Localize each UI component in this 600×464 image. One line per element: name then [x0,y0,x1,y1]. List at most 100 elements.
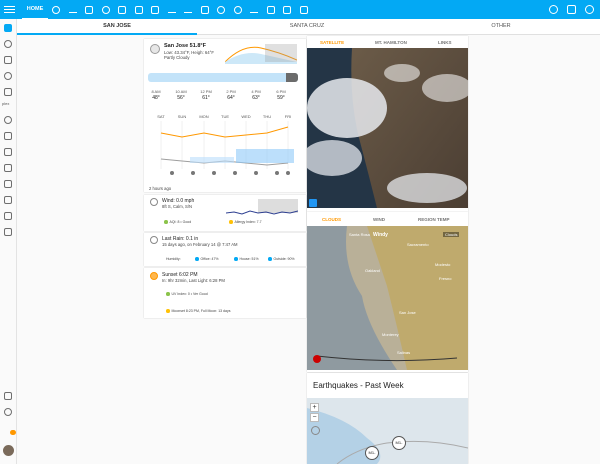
partly-cloudy-icon [150,44,160,54]
map-label: Fresno [439,276,452,281]
weather-title: San Jose 51.8°F [164,43,206,49]
sidebar-history-icon[interactable] [4,88,12,96]
aqi-badge: AQI: 8 • Good [164,220,191,224]
active-tab-indicator [17,33,197,35]
humidity-label: Humidity: [166,257,181,261]
tab-network-icon[interactable] [147,0,164,19]
tab-clouds[interactable]: CLOUDS [322,217,341,222]
tab-car-icon[interactable] [296,0,313,19]
tab-region-temp[interactable]: REGION TEMP [418,217,450,222]
daily-forecast-chart [160,121,294,175]
more-icon[interactable] [585,5,594,14]
earthquake-marker[interactable]: M1- [365,446,379,460]
weather-updated: 2 hours ago [149,186,172,191]
day-label: MON [199,114,209,119]
windy-label: Windy [373,232,388,238]
aqi-text: AQI: 8 • Good [169,220,192,224]
notification-badge [10,430,16,435]
earthquake-marker[interactable]: M1- [392,436,406,450]
sidebar-list-icon[interactable] [4,132,12,140]
zoom-in-button[interactable]: + [310,403,319,412]
sidebar-map-icon[interactable] [4,56,12,64]
tab-mt-hamilton[interactable]: MT. HAMILTON [375,40,407,45]
map-label: Salinas [397,350,410,355]
sidebar: plex [0,19,17,464]
tab-media-icon[interactable] [131,0,148,19]
earthquakes-map[interactable] [307,398,468,464]
tab-travel-icon[interactable] [164,0,181,19]
sidebar-shield-icon[interactable] [4,164,12,172]
hour-label: 10 AM [175,89,187,94]
tab-weather-icon[interactable] [48,0,65,19]
tab-lights-icon[interactable] [81,0,98,19]
chat-icon[interactable] [567,5,576,14]
sidebar-server-icon[interactable] [4,180,12,188]
allergy-text: Allergy Index: 7.7 [234,220,262,224]
tab-climate-icon[interactable] [65,0,82,19]
tab-san-jose[interactable]: SAN JOSE [57,23,177,29]
clouds-layer-button[interactable]: Clouds [443,232,460,237]
weather-condition: Partly Cloudy [164,55,190,60]
tab-thermostat-icon[interactable] [213,0,230,19]
day-label: WED [241,114,251,119]
sidebar-media-icon[interactable] [4,116,12,124]
tab-power-icon[interactable] [98,0,115,19]
hour-temp: 56° [177,95,185,101]
tab-satellite[interactable]: SATELLITE [320,40,344,45]
tab-energy-icon[interactable] [180,0,197,19]
wind-sub: 8ft S, Calm, S/N [162,204,193,209]
sidebar-copy-icon[interactable] [4,228,12,236]
tab-home[interactable]: HOME [22,0,48,19]
locate-icon[interactable] [311,426,320,435]
day-label: SAT [157,114,165,119]
sidebar-overview-icon[interactable] [4,24,12,32]
uv-text: UV Index: 0 • Ver Good [171,292,208,296]
map-label: Modesto [435,262,451,267]
moon-text: Moonset 8:23 PM, Full Moon: 13 days [171,309,231,313]
sunset-icon [150,272,158,280]
tab-links[interactable]: LINKS [438,40,452,45]
noaa-logo-icon [309,199,317,207]
rain-sub: 15 days ago, on February 14 @ 7:47 AM [162,242,238,247]
earthquakes-title: Earthquakes - Past Week [313,381,404,390]
settings-icon[interactable] [4,408,12,416]
menu-icon[interactable] [4,4,15,15]
day-label: TUE [221,114,229,119]
tab-irrigation-icon[interactable] [246,0,263,19]
moon-badge: Moonset 8:23 PM, Full Moon: 13 days [166,309,230,313]
map-label: Oakland [365,268,380,273]
rain-icon [150,236,158,244]
tab-camera-icon[interactable] [263,0,280,19]
sidebar-code-icon[interactable] [4,148,12,156]
allergy-badge: Allergy Index: 7.7 [229,220,262,224]
uv-badge: UV Index: 0 • Ver Good [166,292,208,296]
hour-temp: 64° [227,95,235,101]
satellite-image [307,48,468,208]
developer-tools-icon[interactable] [4,392,12,400]
sidebar-file-icon[interactable] [4,212,12,220]
hour-temp: 63° [252,95,260,101]
tab-santa-cruz[interactable]: SANTA CRUZ [247,23,367,29]
tab-server-icon[interactable] [197,0,214,19]
day-label: FRI [284,114,292,119]
tab-security-icon[interactable] [279,0,296,19]
humidity-house: House: 51% [234,257,259,261]
outside-text: Outside: 90% [273,257,295,261]
avatar[interactable] [3,445,14,456]
tab-sun-icon[interactable] [230,0,247,19]
sidebar-terminal-icon[interactable] [4,196,12,204]
humidity-outside: Outside: 90% [268,257,295,261]
search-icon[interactable] [549,5,558,14]
hour-temp: 61° [202,95,210,101]
tab-garage-icon[interactable] [114,0,131,19]
zoom-out-button[interactable]: − [310,413,319,422]
wind-icon [150,198,158,206]
map-label: Monterey [382,332,399,337]
sidebar-energy-icon[interactable] [4,40,12,48]
sidebar-logbook-icon[interactable] [4,72,12,80]
tab-other[interactable]: OTHER [441,23,561,29]
map-label: Santa Rosa [349,232,371,237]
sidebar-label: plex [2,101,10,106]
tab-wind[interactable]: WIND [373,217,385,222]
hour-label: 6 PM [276,89,286,94]
